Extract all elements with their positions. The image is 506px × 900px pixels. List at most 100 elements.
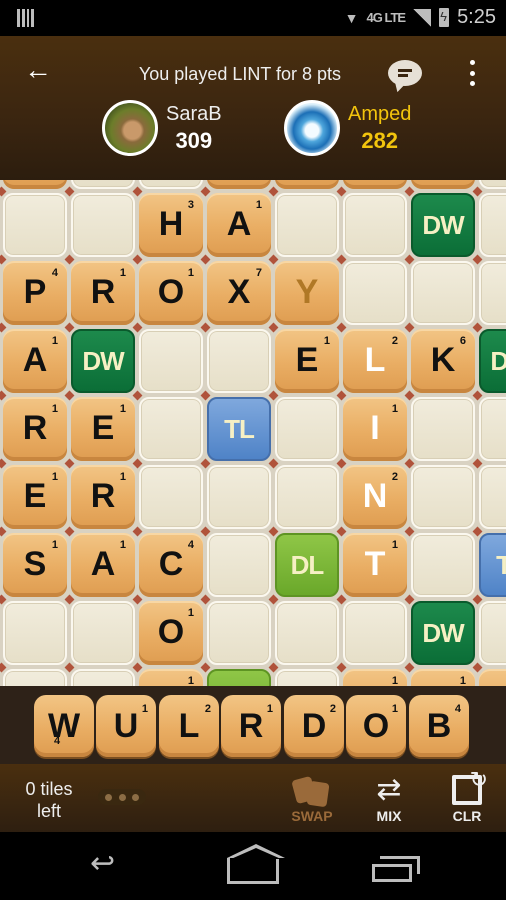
grid-dot: [200, 390, 210, 400]
grid-dot: [404, 526, 414, 536]
board-cell-empty[interactable]: [343, 261, 407, 325]
board-cell-empty[interactable]: [479, 180, 506, 189]
tile-points: 4: [454, 703, 461, 715]
board-cell-empty[interactable]: [411, 397, 475, 461]
grid-dot: [268, 458, 278, 468]
bonus-cell-dl[interactable]: DL: [207, 669, 271, 686]
more-options-button[interactable]: [98, 789, 146, 805]
board-cell-empty[interactable]: [207, 329, 271, 393]
bonus-cell-dw[interactable]: DW: [71, 329, 135, 393]
game-header: ← You played LINT for 8 pts SaraB 309 Am…: [0, 36, 506, 180]
grid-dot: [64, 254, 74, 264]
rack-tile[interactable]: U1: [96, 695, 156, 757]
swap-button[interactable]: SWAP: [282, 772, 342, 824]
board-cell-empty[interactable]: [343, 601, 407, 665]
board-tile: L2: [343, 329, 407, 393]
game-board[interactable]: H3A1DWP4R1O1X7YA1DWE1L2K6DWR1E1TLI1E1R1N…: [0, 180, 506, 686]
tile-rack[interactable]: W4U1L2R1D2O1B4: [0, 686, 506, 764]
clear-button[interactable]: CLR: [437, 767, 497, 824]
rack-tile[interactable]: O1: [346, 695, 406, 757]
board-cell-empty[interactable]: [71, 180, 135, 189]
bonus-cell-dl[interactable]: DL: [275, 533, 339, 597]
player-2[interactable]: Amped 282: [284, 100, 411, 156]
rack-tile[interactable]: B4: [409, 695, 469, 757]
overflow-menu-button[interactable]: [466, 60, 478, 86]
rack-tile[interactable]: R1: [221, 695, 281, 757]
board-cell-empty[interactable]: [71, 669, 135, 686]
player-1[interactable]: SaraB 309: [102, 100, 222, 156]
nav-back-button[interactable]: ↩: [90, 846, 115, 881]
chat-icon: [398, 69, 412, 72]
bonus-cell-dw[interactable]: DW: [479, 329, 506, 393]
avatar: [102, 100, 158, 156]
board-cell-empty[interactable]: [3, 669, 67, 686]
board-tile: K6: [411, 329, 475, 393]
board-cell-empty[interactable]: [139, 465, 203, 529]
rack-tile[interactable]: L2: [159, 695, 219, 757]
bonus-cell-tl[interactable]: TL: [479, 533, 506, 597]
board-cell-empty[interactable]: [207, 601, 271, 665]
rack-tile[interactable]: W4: [34, 695, 94, 757]
board-cell-empty[interactable]: [411, 533, 475, 597]
grid-dot: [64, 458, 74, 468]
board-tile: E1: [3, 465, 67, 529]
board-cell-empty[interactable]: [479, 601, 506, 665]
board-cell-empty[interactable]: [343, 193, 407, 257]
back-icon: ↩: [90, 847, 116, 880]
nav-home-button[interactable]: [227, 844, 285, 884]
board-cell-empty[interactable]: [275, 193, 339, 257]
board-cell-empty[interactable]: [479, 397, 506, 461]
board-cell-empty[interactable]: [275, 669, 339, 686]
board-tile: E1: [71, 397, 135, 461]
battery-icon: [439, 8, 450, 27]
bonus-cell-dw[interactable]: DW: [411, 601, 475, 665]
back-button[interactable]: ←: [24, 56, 56, 86]
grid-dot: [200, 458, 210, 468]
tile-points: 2: [329, 703, 336, 715]
board-tile: A1: [207, 193, 271, 257]
grid-dot: [472, 254, 482, 264]
bonus-cell-tl[interactable]: TL: [207, 397, 271, 461]
board-cell-empty[interactable]: [139, 397, 203, 461]
board-cell-empty[interactable]: [3, 193, 67, 257]
grid-dot: [268, 594, 278, 604]
system-nav-bar: ↩: [0, 832, 506, 900]
tile-points: 1: [187, 267, 194, 279]
board-tile: A1: [3, 329, 67, 393]
shuffle-icon: ⇄: [376, 773, 402, 806]
rack-tile[interactable]: D2: [284, 695, 344, 757]
board-tile: R1: [71, 465, 135, 529]
bonus-cell-dw[interactable]: DW: [411, 193, 475, 257]
grid-dot: [0, 526, 6, 536]
tile-points: 1: [51, 403, 58, 415]
board-cell-empty[interactable]: [3, 601, 67, 665]
board-cell-empty[interactable]: [207, 465, 271, 529]
status-bar: ▼ 4G LTE 5:25: [0, 0, 506, 36]
board-cell-empty[interactable]: [275, 465, 339, 529]
tile-points: 1: [51, 335, 58, 347]
board-cell-empty[interactable]: [71, 601, 135, 665]
board-tile: P4: [3, 261, 67, 325]
board-cell-empty[interactable]: [275, 601, 339, 665]
board-cell-empty[interactable]: [479, 193, 506, 257]
board-cell-empty[interactable]: [479, 261, 506, 325]
board-cell-empty[interactable]: [411, 465, 475, 529]
grid-dot: [200, 662, 210, 672]
grid-dot: [200, 526, 210, 536]
board-cell-empty[interactable]: [139, 329, 203, 393]
grid-dot: [472, 662, 482, 672]
board-tile: 1: [411, 669, 475, 686]
player-name: SaraB: [166, 102, 222, 125]
tile-points: 1: [119, 403, 126, 415]
chat-button[interactable]: [388, 60, 422, 86]
mix-button[interactable]: ⇄ MIX: [359, 772, 419, 824]
board-cell-empty[interactable]: [275, 397, 339, 461]
board-cell-empty[interactable]: [479, 465, 506, 529]
bonus-label: DW: [82, 345, 124, 376]
board-cell-empty[interactable]: [411, 261, 475, 325]
board-tile: O1: [139, 261, 203, 325]
board-cell-empty[interactable]: [207, 533, 271, 597]
board-cell-empty[interactable]: [71, 193, 135, 257]
nav-recents-button[interactable]: [372, 856, 420, 882]
board-cell-empty[interactable]: [139, 180, 203, 189]
